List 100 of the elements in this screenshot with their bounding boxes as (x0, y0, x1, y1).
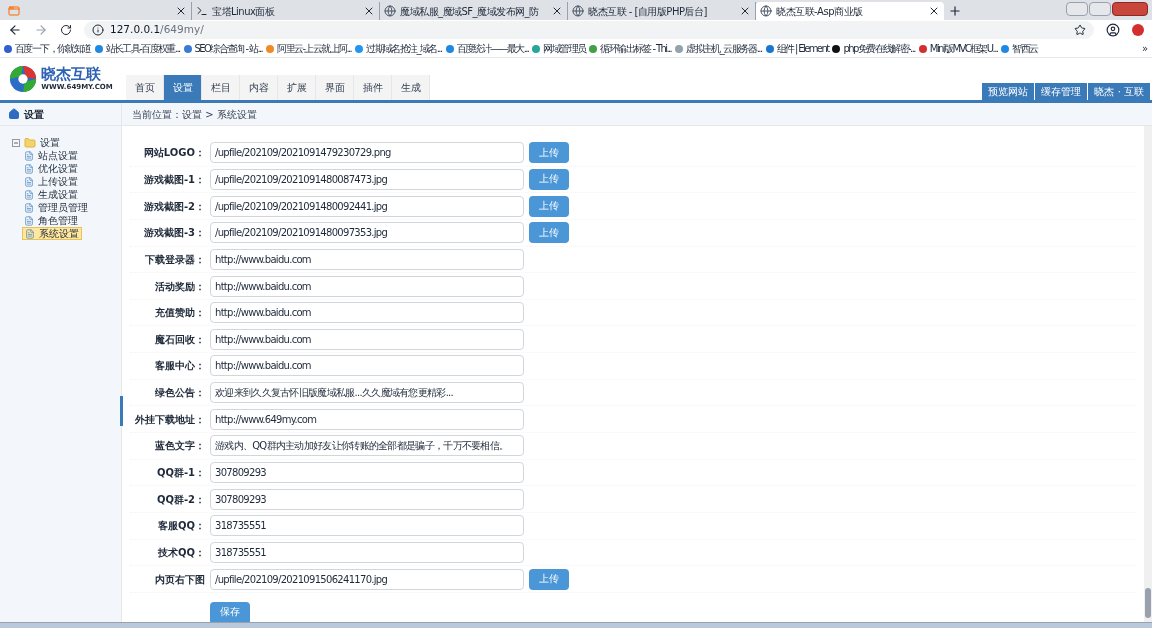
bookmark-label: 站长工具-百度权重... (105, 42, 180, 56)
text-field[interactable]: http://www.baidu.com (210, 302, 524, 324)
profile-icon[interactable] (1106, 23, 1120, 37)
field-label: 技术QQ： (157, 545, 205, 560)
bookmark[interactable]: SEO综合查询 - 站... (183, 41, 263, 56)
field-label: 绿色公告： (154, 386, 205, 401)
tree-item[interactable]: 生成设置 (22, 189, 80, 200)
sidebar-title: 设置 (24, 107, 44, 122)
site-icon (765, 44, 774, 53)
page-icon (24, 215, 34, 226)
nav-tab[interactable]: 内容 (240, 75, 278, 100)
site-icon (266, 44, 275, 53)
page-icon (24, 202, 34, 213)
home-icon (8, 108, 20, 120)
splitter-handle[interactable] (120, 396, 123, 426)
browser-tab[interactable]: 晓杰互联-Asp商业版 (756, 2, 944, 20)
nav-tab[interactable]: 生成 (392, 75, 430, 100)
bookmark[interactable]: 组件 | Element (765, 41, 829, 56)
site-icon (183, 44, 192, 53)
bookmark[interactable]: 过期域名抢注_域名... (355, 41, 442, 56)
tree-node[interactable]: 设置 (12, 136, 121, 149)
close-window-button[interactable] (1112, 2, 1148, 16)
nav-tab[interactable]: 扩展 (278, 75, 316, 100)
nav-tab[interactable]: 界面 (316, 75, 354, 100)
text-field[interactable]: /upfile/202109/2021091506241170.jpg (210, 568, 524, 590)
nav-tab[interactable]: 设置 (164, 75, 202, 100)
tree-item[interactable]: 管理员管理 (22, 202, 90, 213)
bookmark[interactable]: 百度一下，你就知道 (4, 41, 91, 56)
text-field[interactable]: 307809293 (210, 488, 524, 510)
bookmark[interactable]: php免费在线解密-... (832, 41, 915, 56)
tree-item[interactable]: 上传设置 (22, 176, 80, 187)
top-link[interactable]: 晓杰 · 互联 (1088, 83, 1150, 100)
site-icon (832, 44, 841, 53)
new-tab-icon[interactable] (948, 4, 962, 18)
folder-icon (24, 136, 36, 149)
text-field[interactable]: 307809293 (210, 462, 524, 483)
terminal-icon (196, 5, 208, 17)
text-field[interactable]: /upfile/202109/2021091480087473.jpg (210, 168, 524, 190)
nav-tab[interactable]: 首页 (126, 75, 164, 100)
text-field[interactable]: http://www.649my.com (210, 408, 524, 430)
text-field[interactable]: 游戏内、QQ群内主动加好友让你转账的全部都是骗子，千万不要相信。 (210, 435, 524, 457)
nav-tab[interactable]: 插件 (354, 75, 392, 100)
page-icon (24, 150, 34, 161)
bookmark[interactable]: 虚拟主机_云服务器... (675, 41, 762, 56)
text-field[interactable]: 欢迎来到久久复古怀旧版魔域私服...久久魔域有您更精彩... (210, 382, 524, 404)
url-text: 127.0.0.1/649my/ (110, 22, 204, 38)
close-icon[interactable] (363, 5, 375, 17)
collapse-icon[interactable] (12, 138, 20, 147)
app-icon (8, 5, 20, 17)
text-field[interactable]: http://www.baidu.com (210, 248, 524, 270)
bookmark-label: 阿里云-上云就上阿... (277, 42, 352, 56)
reload-icon[interactable] (60, 24, 72, 36)
bookmark-label: 智西云 (1012, 42, 1038, 56)
back-icon[interactable] (8, 23, 22, 37)
tree-item[interactable]: 优化设置 (22, 163, 80, 174)
top-link[interactable]: 预览网站 (982, 83, 1035, 100)
close-icon[interactable] (175, 5, 187, 17)
more-bookmarks[interactable]: » (1141, 41, 1148, 56)
text-field[interactable]: http://www.baidu.com (210, 275, 524, 297)
bookmark[interactable]: Mini版MVC框架U... (918, 41, 998, 56)
text-field[interactable]: 318735551 (210, 515, 524, 537)
text-field[interactable]: http://www.baidu.com (210, 355, 524, 377)
site-icon (355, 44, 364, 53)
address-field[interactable]: 127.0.0.1/649my/ (84, 21, 1094, 39)
field-label: QQ群-2： (155, 492, 205, 507)
field-label: 活动奖励： (154, 279, 205, 294)
bookmark[interactable]: 智西云 (1001, 41, 1038, 56)
bookmark[interactable]: 网域管理员 (532, 41, 586, 56)
bookmark-label: 网域管理员 (543, 42, 586, 56)
text-field[interactable]: 318735551 (210, 541, 524, 563)
site-icon (675, 44, 684, 53)
bookmark-label: 百度一下，你就知道 (15, 42, 91, 56)
text-field[interactable]: http://www.baidu.com (210, 328, 524, 350)
globe-icon (384, 5, 396, 17)
text-field[interactable]: /upfile/202109/2021091480092441.jpg (210, 195, 524, 217)
globe-icon (760, 5, 772, 17)
site-icon (1001, 44, 1010, 53)
info-icon (92, 24, 104, 36)
scrollbar[interactable] (1144, 126, 1152, 622)
text-field[interactable]: /upfile/202109/2021091480097353.jpg (210, 222, 524, 244)
bookmark[interactable]: 百度统计——最大... (445, 41, 529, 56)
bookmark[interactable]: 阿里云-上云就上阿... (266, 41, 352, 56)
bookmark[interactable]: 循环输出标签 - Thi... (589, 41, 672, 56)
top-link[interactable]: 缓存管理 (1035, 83, 1088, 100)
tree-item[interactable]: 角色管理 (22, 215, 80, 226)
star-icon[interactable] (1074, 24, 1086, 36)
globe-icon (572, 5, 584, 17)
aperture-logo-icon (9, 65, 38, 93)
tree-item[interactable]: 站点设置 (22, 150, 80, 161)
bookmark[interactable]: 站长工具-百度权重... (94, 41, 180, 56)
page-icon (24, 163, 34, 174)
tree-item[interactable]: 系统设置 (22, 227, 82, 240)
field-label: QQ群-1： (155, 466, 205, 480)
close-icon[interactable] (739, 5, 751, 17)
tab-title: 宝塔Linux面板 (212, 4, 276, 19)
close-icon[interactable] (928, 5, 940, 17)
text-field[interactable]: /upfile/202109/2021091479230729.png (210, 142, 524, 164)
nav-tab[interactable]: 栏目 (202, 75, 240, 100)
bookmark-label: Mini版MVC框架U... (929, 42, 998, 56)
close-icon[interactable] (551, 5, 563, 17)
